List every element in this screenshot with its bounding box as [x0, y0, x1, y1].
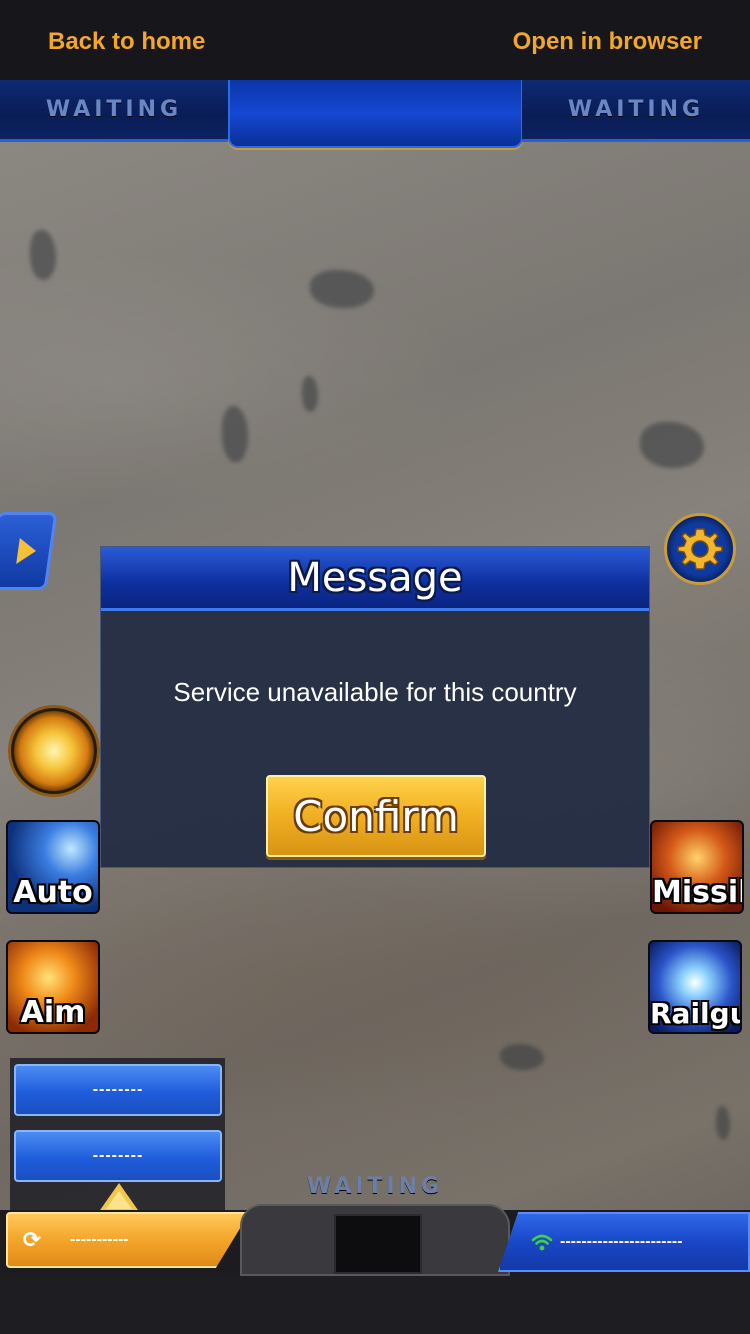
refresh-button[interactable]: ⟳ -----------	[6, 1212, 250, 1268]
open-in-browser-link[interactable]: Open in browser	[513, 28, 702, 56]
dialog-header: Message	[101, 547, 649, 611]
bottom-control-bar: ⟳ ----------- -----------------------	[0, 1204, 750, 1334]
left-status-text: WAITING	[45, 97, 183, 122]
dialog-title: Message	[287, 554, 463, 601]
right-status-text: WAITING	[567, 97, 705, 122]
left-player-slot: WAITING	[0, 80, 228, 142]
railgun-skill-label: Railgun	[650, 997, 740, 1030]
connection-status-label: -----------------------	[560, 1233, 683, 1250]
refresh-button-label: -----------	[70, 1231, 129, 1248]
settings-button[interactable]	[664, 513, 736, 585]
quick-action-button-1[interactable]: --------	[14, 1064, 222, 1116]
bottom-strip	[0, 1276, 750, 1334]
center-score-panel	[228, 80, 523, 148]
bottom-status: WAITING	[0, 1174, 750, 1199]
auto-skill-label: Auto	[13, 875, 93, 910]
refresh-icon: ⟳	[22, 1227, 42, 1252]
right-player-slot: WAITING	[522, 80, 750, 142]
wifi-icon	[531, 1234, 553, 1251]
aim-skill-button[interactable]: Aim	[6, 940, 100, 1034]
confirm-button-label: Confirm	[293, 791, 459, 841]
gear-icon	[677, 528, 723, 570]
energy-orb-icon[interactable]	[8, 705, 100, 797]
aim-skill-label: Aim	[20, 995, 86, 1030]
center-slot[interactable]	[334, 1214, 422, 1274]
game-canvas[interactable]: WAITING WAITING Auto Aim Missile Railgun	[0, 80, 750, 1334]
bottom-status-text: WAITING	[306, 1174, 444, 1199]
railgun-skill-button[interactable]: Railgun	[648, 940, 742, 1034]
auto-skill-button[interactable]: Auto	[6, 820, 100, 914]
back-to-home-link[interactable]: Back to home	[48, 28, 205, 56]
play-arrow-icon	[16, 538, 38, 564]
center-console	[240, 1204, 510, 1276]
confirm-button[interactable]: Confirm	[266, 775, 486, 857]
top-navigation-bar: Back to home Open in browser	[0, 0, 750, 80]
missile-skill-label: Missile	[652, 875, 742, 910]
message-dialog: Message Service unavailable for this cou…	[100, 546, 650, 868]
match-status-header: WAITING WAITING	[0, 80, 750, 148]
dialog-message: Service unavailable for this country	[173, 677, 577, 707]
missile-skill-button[interactable]: Missile	[650, 820, 744, 914]
connection-status-panel[interactable]: -----------------------	[498, 1212, 750, 1272]
